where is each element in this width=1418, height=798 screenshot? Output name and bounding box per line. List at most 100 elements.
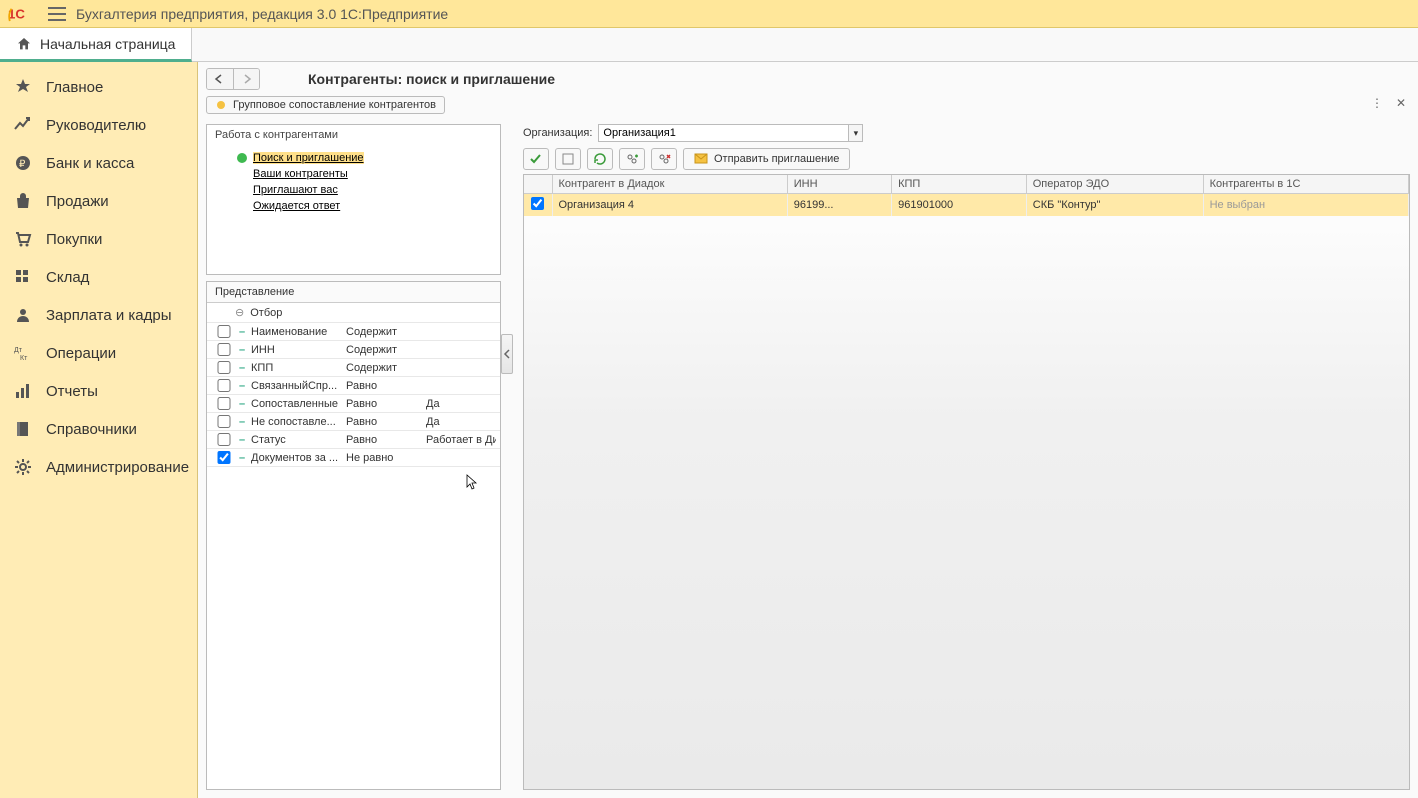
bag-icon: [14, 192, 32, 210]
column-header[interactable]: КПП: [892, 175, 1027, 194]
filter-checkbox[interactable]: [215, 451, 233, 464]
filter-checkbox[interactable]: [215, 433, 233, 446]
filter-checkbox[interactable]: [215, 361, 233, 374]
tab-home[interactable]: Начальная страница: [0, 28, 192, 62]
column-header[interactable]: Контрагент в Диадок: [552, 175, 787, 194]
filter-row[interactable]: –КППСодержит: [207, 359, 500, 377]
sidebar-item-dtkt[interactable]: ДтКт Операции: [0, 334, 197, 372]
filter-name: СвязанныйСпр...: [251, 380, 346, 392]
row-checkbox[interactable]: [531, 197, 544, 210]
gear-icon: [14, 458, 32, 476]
column-header[interactable]: ИНН: [787, 175, 891, 194]
filter-name: Документов за ...: [251, 452, 346, 464]
forward-button[interactable]: [233, 69, 259, 89]
sidebar-item-gear[interactable]: Администрирование: [0, 448, 197, 486]
tab-bar: Начальная страница: [0, 28, 1418, 62]
sidebar-item-star[interactable]: Главное: [0, 68, 197, 106]
right-panel: Организация: ▾ Отправить приглашение: [523, 124, 1410, 790]
remove-link-button[interactable]: [651, 148, 677, 170]
tree-link[interactable]: Ожидается ответ: [253, 200, 340, 212]
panels-row: Работа с контрагентами Поиск и приглашен…: [198, 114, 1418, 798]
filter-name: Статус: [251, 434, 346, 446]
sidebar-item-label: Зарплата и кадры: [46, 307, 172, 324]
close-button[interactable]: ✕: [1392, 94, 1410, 112]
chevron-down-icon[interactable]: ▾: [849, 124, 863, 142]
trend-icon: [14, 116, 32, 134]
sidebar-item-label: Главное: [46, 79, 103, 96]
envelope-icon: [694, 153, 708, 165]
sidebar-item-grid[interactable]: Склад: [0, 258, 197, 296]
filter-row[interactable]: –Не сопоставле...РавноДа: [207, 413, 500, 431]
sidebar-item-bag[interactable]: Продажи: [0, 182, 197, 220]
group-match-button[interactable]: Групповое сопоставление контрагентов: [206, 96, 445, 114]
dtkt-icon: ДтКт: [14, 344, 32, 362]
filter-condition: Равно: [346, 380, 426, 392]
svg-text:₽: ₽: [19, 159, 26, 170]
filter-checkbox[interactable]: [215, 415, 233, 428]
sidebar-item-label: Банк и касса: [46, 155, 134, 172]
group-match-label: Групповое сопоставление контрагентов: [233, 99, 436, 111]
sidebar-item-person[interactable]: Зарплата и кадры: [0, 296, 197, 334]
tree-item[interactable]: Приглашают вас: [213, 182, 494, 198]
dash-icon: –: [233, 326, 251, 338]
tree-item[interactable]: Ваши контрагенты: [213, 166, 494, 182]
filter-row[interactable]: –СтатусРавноРаботает в Диадок: [207, 431, 500, 449]
tree-item[interactable]: Ожидается ответ: [213, 198, 494, 214]
filter-row[interactable]: –Документов за ...Не равно: [207, 449, 500, 467]
tree-link[interactable]: Поиск и приглашение: [253, 152, 364, 164]
dash-icon: –: [233, 398, 251, 410]
uncheck-button[interactable]: [555, 148, 581, 170]
tree-item[interactable]: Поиск и приглашение: [213, 150, 494, 166]
cell-1c: Не выбран: [1203, 194, 1408, 217]
dash-icon: –: [233, 434, 251, 446]
filter-group[interactable]: ⊖ Отбор: [207, 303, 500, 323]
work-title: Работа с контрагентами: [207, 125, 500, 146]
table-row[interactable]: Организация 496199...961901000СКБ "Конту…: [524, 194, 1409, 217]
status-dot-icon: [237, 153, 247, 163]
svg-text:Кт: Кт: [20, 355, 28, 362]
org-select[interactable]: ▾: [598, 124, 863, 142]
sidebar-item-cart[interactable]: Покупки: [0, 220, 197, 258]
sparkle-icon: [215, 99, 227, 111]
collapse-handle[interactable]: [501, 334, 513, 374]
column-header[interactable]: [524, 175, 552, 194]
sidebar-item-label: Покупки: [46, 231, 102, 248]
sidebar-item-label: Склад: [46, 269, 89, 286]
check-button[interactable]: [523, 148, 549, 170]
dash-icon: –: [233, 362, 251, 374]
logo-1c-icon: 1C: [8, 5, 38, 23]
more-button[interactable]: ⋮: [1368, 94, 1386, 112]
filter-row[interactable]: –СопоставленныеРавноДа: [207, 395, 500, 413]
sidebar-item-book[interactable]: Справочники: [0, 410, 197, 448]
sidebar-item-label: Руководителю: [46, 117, 146, 134]
sidebar-item-trend[interactable]: Руководителю: [0, 106, 197, 144]
org-input[interactable]: [598, 124, 849, 142]
content-header: Контрагенты: поиск и приглашение ⋮ ✕ Гру…: [198, 62, 1418, 114]
add-link-button[interactable]: [619, 148, 645, 170]
filter-checkbox[interactable]: [215, 325, 233, 338]
nav-buttons: [206, 68, 260, 90]
ruble-icon: ₽: [14, 154, 32, 172]
filter-row[interactable]: –СвязанныйСпр...Равно: [207, 377, 500, 395]
filter-row[interactable]: –НаименованиеСодержит: [207, 323, 500, 341]
filter-checkbox[interactable]: [215, 397, 233, 410]
column-header[interactable]: Оператор ЭДО: [1026, 175, 1203, 194]
sidebar-item-label: Операции: [46, 345, 116, 362]
filter-name: КПП: [251, 362, 346, 374]
back-button[interactable]: [207, 69, 233, 89]
refresh-button[interactable]: [587, 148, 613, 170]
cell-name: Организация 4: [552, 194, 787, 217]
sidebar: Главное Руководителю ₽ Банк и касса Продажи П…: [0, 62, 198, 798]
menu-icon[interactable]: [48, 7, 66, 21]
filter-name: Сопоставленные: [251, 398, 346, 410]
filter-checkbox[interactable]: [215, 379, 233, 392]
tree-link[interactable]: Приглашают вас: [253, 184, 338, 196]
send-invite-button[interactable]: Отправить приглашение: [683, 148, 850, 170]
filter-checkbox[interactable]: [215, 343, 233, 356]
sidebar-item-ruble[interactable]: ₽ Банк и касса: [0, 144, 197, 182]
tree-link[interactable]: Ваши контрагенты: [253, 168, 348, 180]
sidebar-item-bars[interactable]: Отчеты: [0, 372, 197, 410]
column-header[interactable]: Контрагенты в 1С: [1203, 175, 1408, 194]
filter-name: Наименование: [251, 326, 346, 338]
filter-row[interactable]: –ИННСодержит: [207, 341, 500, 359]
